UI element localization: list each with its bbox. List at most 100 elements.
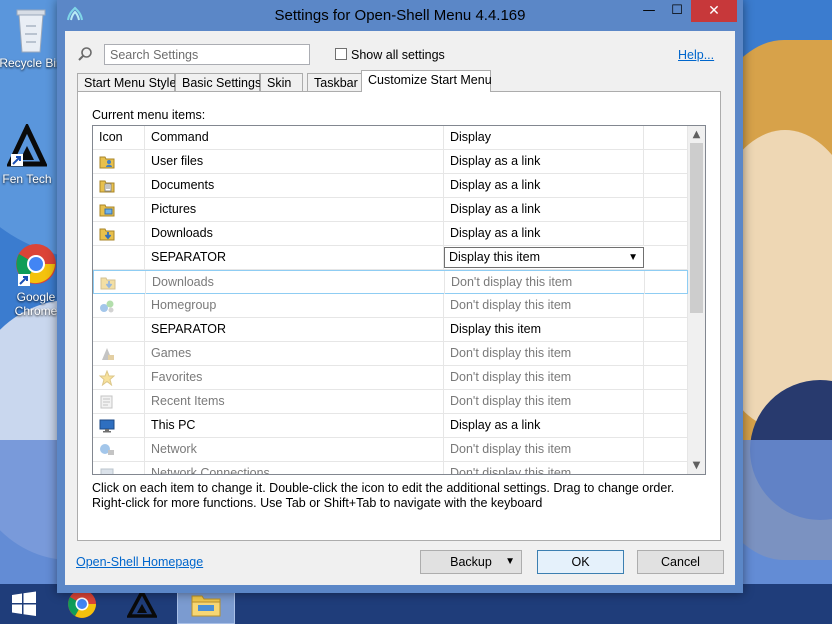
- display-dropdown-value: Display this item: [449, 250, 540, 264]
- item-display[interactable]: Display as a link: [444, 198, 644, 221]
- cancel-button[interactable]: Cancel: [637, 550, 724, 574]
- downloads-icon: [99, 228, 115, 241]
- fentech-icon: [127, 589, 157, 618]
- item-display[interactable]: Don't display this item: [444, 390, 644, 413]
- games-icon: [102, 347, 114, 360]
- list-item[interactable]: User files Display as a link: [93, 150, 688, 174]
- item-display[interactable]: Don't display this item: [444, 438, 644, 461]
- homepage-link[interactable]: Open-Shell Homepage: [76, 555, 203, 569]
- column-header-icon[interactable]: Icon: [93, 126, 145, 149]
- backup-button-label: Backup: [450, 555, 492, 569]
- this-pc-icon: [99, 419, 115, 433]
- customize-panel: Current menu items: Icon Command Display…: [77, 91, 721, 541]
- list-item[interactable]: SEPARATOR Display this item: [93, 318, 688, 342]
- close-button[interactable]: ✕: [691, 0, 737, 22]
- item-command: Homegroup: [145, 294, 444, 317]
- list-item[interactable]: Downloads Display as a link: [93, 222, 688, 246]
- scroll-up-icon[interactable]: ▲: [688, 126, 705, 143]
- minimize-button[interactable]: —: [635, 1, 663, 21]
- file-explorer-icon: [191, 595, 221, 617]
- chevron-down-icon: ▼: [628, 252, 638, 263]
- item-command: User files: [145, 150, 444, 173]
- tab-taskbar[interactable]: Taskbar: [307, 73, 362, 92]
- recycle-bin-icon: [16, 9, 46, 53]
- desktop-icon-label: Google Chrome: [14, 290, 58, 318]
- instructions-line-2: Right-click for more functions. Use Tab …: [92, 496, 543, 510]
- documents-icon: [99, 180, 115, 193]
- list-item[interactable]: Network Don't display this item: [93, 438, 688, 462]
- chevron-down-icon: ▼: [505, 556, 515, 567]
- item-display[interactable]: Display as a link: [444, 414, 644, 437]
- user-files-icon: [99, 156, 115, 169]
- tab-start-menu-style[interactable]: Start Menu Style: [77, 73, 176, 92]
- start-icon: [12, 591, 36, 616]
- settings-window: Settings for Open-Shell Menu 4.4.169 — ☐…: [57, 0, 743, 593]
- search-input[interactable]: Search Settings: [104, 44, 310, 65]
- list-item[interactable]: Games Don't display this item: [93, 342, 688, 366]
- item-display[interactable]: Display as a link: [444, 174, 644, 197]
- item-display[interactable]: Don't display this item: [444, 342, 644, 365]
- item-command: Network: [145, 438, 444, 461]
- list-item[interactable]: Pictures Display as a link: [93, 198, 688, 222]
- search-icon: [78, 47, 92, 61]
- list-item[interactable]: This PC Display as a link: [93, 414, 688, 438]
- item-command: Downloads: [145, 222, 444, 245]
- item-display[interactable]: Display this item: [444, 318, 644, 341]
- list-item[interactable]: Homegroup Don't display this item: [93, 294, 688, 318]
- network-icon: [100, 443, 114, 455]
- item-command: SEPARATOR: [145, 318, 444, 341]
- item-command: This PC: [145, 414, 444, 437]
- client-area: Search Settings Show all settings Help..…: [65, 31, 735, 585]
- list-item-selected[interactable]: Downloads Don't display this item: [93, 270, 689, 294]
- instructions-line-1: Click on each item to change it. Double-…: [92, 481, 675, 495]
- item-command: Recent Items: [145, 390, 444, 413]
- taskbar-start-button[interactable]: [0, 584, 48, 624]
- column-header-command[interactable]: Command: [145, 126, 444, 149]
- item-display[interactable]: Don't display this item: [444, 294, 644, 317]
- desktop-icon-fentech[interactable]: Fen Tech: [0, 124, 62, 186]
- ok-button[interactable]: OK: [537, 550, 624, 574]
- item-display[interactable]: Display as a link: [444, 150, 644, 173]
- downloads-icon: [100, 277, 116, 290]
- scroll-down-icon[interactable]: ▼: [688, 457, 705, 474]
- list-item[interactable]: Network Connections Don't display this i…: [93, 462, 688, 474]
- menu-items-list[interactable]: Icon Command Display User files Display …: [92, 125, 706, 475]
- list-item[interactable]: SEPARATOR Display this item ▼: [93, 246, 688, 270]
- fentech-icon: [7, 124, 47, 167]
- item-command: Documents: [145, 174, 444, 197]
- display-dropdown[interactable]: Display this item ▼: [444, 247, 644, 268]
- tab-skin[interactable]: Skin: [260, 73, 303, 92]
- chrome-icon: [16, 244, 56, 286]
- item-display[interactable]: Display as a link: [444, 222, 644, 245]
- show-all-label[interactable]: Show all settings: [351, 48, 445, 62]
- help-link[interactable]: Help...: [678, 48, 714, 62]
- tab-customize-start-menu[interactable]: Customize Start Menu: [361, 70, 492, 92]
- maximize-button[interactable]: ☐: [663, 1, 691, 21]
- item-command: Pictures: [145, 198, 444, 221]
- title-bar[interactable]: Settings for Open-Shell Menu 4.4.169 — ☐…: [57, 0, 743, 31]
- desktop-icon-label: Recycle Bin: [0, 56, 63, 70]
- chrome-icon: [68, 590, 96, 618]
- instructions-text: Click on each item to change it. Double-…: [92, 481, 702, 511]
- network-connections-icon: [100, 468, 114, 474]
- tab-basic-settings[interactable]: Basic Settings: [175, 73, 261, 92]
- item-display[interactable]: Don't display this item: [444, 462, 644, 474]
- item-command: Games: [145, 342, 444, 365]
- current-menu-items-label: Current menu items:: [92, 108, 206, 122]
- pictures-icon: [99, 204, 115, 217]
- item-command: Network Connections: [145, 462, 444, 474]
- list-item[interactable]: Documents Display as a link: [93, 174, 688, 198]
- backup-button[interactable]: Backup ▼: [420, 550, 522, 574]
- item-display[interactable]: Don't display this item: [444, 366, 644, 389]
- item-command: Favorites: [145, 366, 444, 389]
- scrollbar-thumb[interactable]: [690, 143, 703, 313]
- show-all-checkbox[interactable]: [335, 48, 347, 60]
- list-header: Icon Command Display: [93, 126, 688, 150]
- list-scrollbar[interactable]: ▲ ▼: [688, 126, 705, 474]
- column-header-display[interactable]: Display: [444, 126, 644, 149]
- homegroup-icon: [100, 300, 114, 313]
- list-item[interactable]: Favorites Don't display this item: [93, 366, 688, 390]
- item-command: SEPARATOR: [145, 246, 444, 269]
- item-display[interactable]: Don't display this item: [445, 271, 645, 294]
- list-item[interactable]: Recent Items Don't display this item: [93, 390, 688, 414]
